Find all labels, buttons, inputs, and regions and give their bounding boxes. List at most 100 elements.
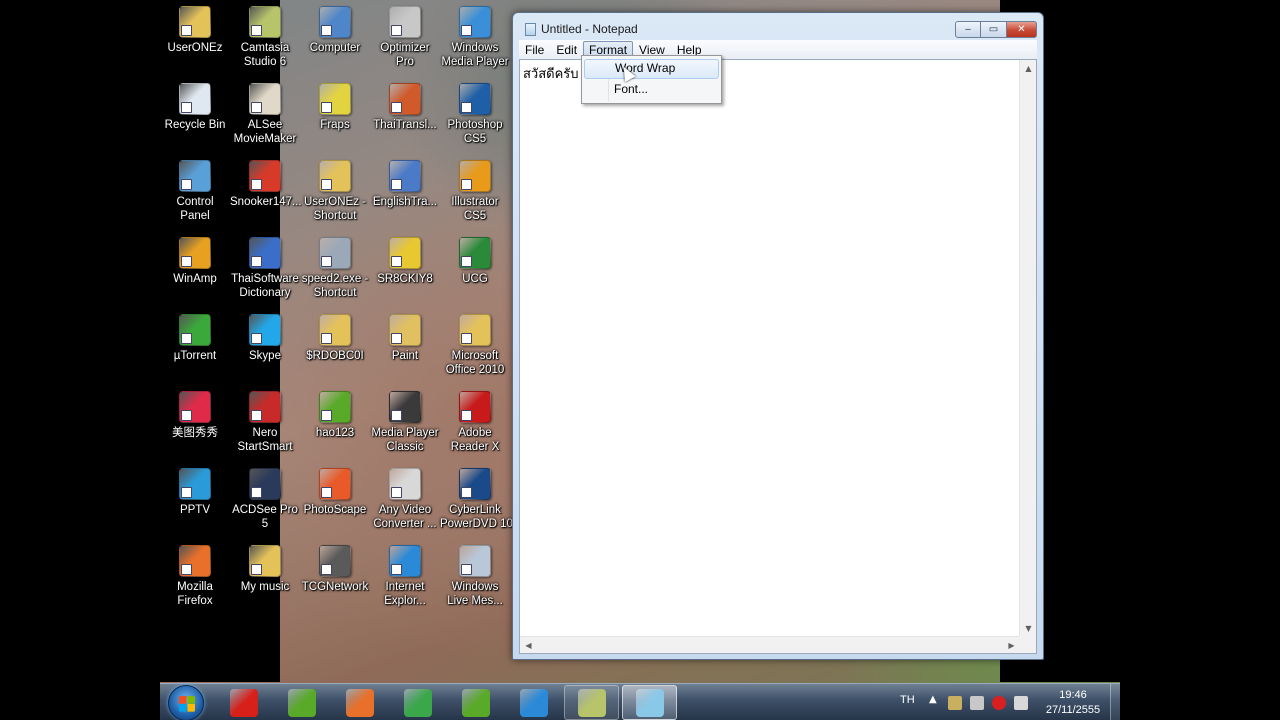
desktop-icon-label: UserONEz - [304,196,366,208]
text-editor[interactable]: สวัสดีครับ ▲ ▼ ◀ ▶ [519,59,1037,654]
desktop-icon-userONEz-shortcut[interactable]: UserONEz - Shortcut [300,160,370,223]
desktop-icon-recycle-bin[interactable]: Recycle Bin [160,83,230,132]
desktop-icon-grid: UserONEz Camtasia Studio 6 Computer Optimize… [160,0,520,682]
taskbar-internet-explorer-button[interactable] [506,685,561,720]
taskbar-hao123-1-button[interactable] [274,685,329,720]
desktop-icon-hao123[interactable]: hao123 [300,391,370,440]
desktop-icon-paint[interactable]: Paint [370,314,440,363]
desktop-icon-skype[interactable]: Skype [230,314,300,363]
any-video-converter-icon [389,468,421,500]
illustrator-cs5-icon [459,160,491,192]
alsee-moviemaker-icon [249,83,281,115]
desktop-icon-utorrent[interactable]: µTorrent [160,314,230,363]
desktop-icon-acdsee-pro-5[interactable]: ACDSee Pro 5 [230,468,300,531]
scroll-up-arrow-icon[interactable]: ▲ [1020,60,1037,77]
antivirus-icon[interactable] [992,696,1006,710]
desktop-icon-rdobc0i[interactable]: $RDOBC0I [300,314,370,363]
scroll-down-arrow-icon[interactable]: ▼ [1020,620,1037,637]
desktop-icon-computer[interactable]: Computer [300,6,370,55]
notepad-window[interactable]: Untitled - Notepad ‒ ▭ ✕ File Edit Forma… [512,12,1044,660]
desktop-icon-label: $RDOBC0I [306,350,364,362]
window-titlebar[interactable]: Untitled - Notepad ‒ ▭ ✕ [513,13,1043,43]
scroll-left-arrow-icon[interactable]: ◀ [520,637,537,654]
show-desktop-button[interactable] [1110,684,1120,720]
desktop-icon-photoscape[interactable]: PhotoScape [300,468,370,517]
desktop-icon-any-video-converter[interactable]: Any Video Converter ... [370,468,440,531]
desktop-icon-windows-media-player[interactable]: Windows Media Player [440,6,510,69]
desktop-icon-illustrator-cs5[interactable]: Illustrator CS5 [440,160,510,223]
network-icon[interactable] [970,696,984,710]
desktop-icon-thaisoftware-dictionary[interactable]: ThaiSoftware Dictionary [230,237,300,300]
desktop-icon-snooker147[interactable]: Snooker147... [230,160,302,209]
volume-icon[interactable] [1014,696,1028,710]
taskbar-avira-button[interactable] [216,685,271,720]
desktop-icon-my-music[interactable]: My music [230,545,300,594]
clock[interactable]: 19:46 27/11/2555 [1042,688,1104,718]
format-dropdown-menu: Word Wrap Font... [581,55,722,104]
thaitransl-icon [389,83,421,115]
desktop-icon-control-panel[interactable]: Control Panel [160,160,230,223]
desktop-icon-speed2-shortcut[interactable]: speed2.exe - Shortcut [300,237,370,300]
menu-item-word-wrap[interactable]: Word Wrap [584,59,719,79]
tray-app-icon[interactable] [948,696,962,710]
taskbar-notepad-button[interactable] [622,685,677,720]
snooker147-icon [249,160,281,192]
desktop-icon-sr8ckiy8[interactable]: SR8CKIY8 [370,237,440,286]
desktop-icon-thaitransl[interactable]: ThaiTransl... [370,83,440,132]
desktop-screen: UserONEz Camtasia Studio 6 Computer Optimize… [160,0,1120,720]
menu-item-font[interactable]: Font... [584,80,719,100]
desktop-icon-photoshop-cs5[interactable]: Photoshop CS5 [440,83,510,146]
internet-explorer-icon [389,545,421,577]
desktop-icon-userONEz[interactable]: UserONEz [160,6,230,55]
desktop-icon-pptv[interactable]: PPTV [160,468,230,517]
ucg-icon [459,237,491,269]
show-hidden-icons-icon[interactable]: ▲ [929,694,937,705]
desktop-icon-fraps[interactable]: Fraps [300,83,370,132]
desktop-icon-label: Mozilla [177,581,213,593]
sr8ckiy8-icon [389,237,421,269]
menu-file[interactable]: File [519,41,550,59]
desktop-icon-internet-explorer[interactable]: Internet Explor... [370,545,440,608]
windows-logo-icon [179,696,195,712]
vertical-scrollbar[interactable]: ▲ ▼ [1019,60,1036,637]
desktop-icon-label-line2: Reader X [450,441,500,453]
desktop-icon-windows-live-messenger[interactable]: Windows Live Mes... [440,545,510,608]
horizontal-scrollbar[interactable]: ◀ ▶ [520,636,1020,653]
desktop-icon-label-line2: CS5 [463,210,487,222]
desktop-icon-label: TCGNetwork [301,581,369,593]
close-button[interactable]: ✕ [1007,21,1037,38]
scroll-right-arrow-icon[interactable]: ▶ [1003,637,1020,654]
desktop-icon-camtasia[interactable]: Camtasia Studio 6 [230,6,300,69]
taskbar-notepad-icon [635,688,664,717]
desktop-icon-optimizer-pro[interactable]: Optimizer Pro [370,6,440,69]
desktop-icon-mozilla-firefox[interactable]: Mozilla Firefox [160,545,230,608]
acdsee-pro-5-icon [249,468,281,500]
taskbar-chrome-button[interactable] [390,685,445,720]
desktop-icon-meitu[interactable]: 美图秀秀 [160,391,230,440]
desktop-icon-media-player-classic[interactable]: Media Player Classic [370,391,440,454]
desktop-icon-label: Windows [451,581,499,593]
desktop-icon-label: UCG [462,273,488,285]
desktop-icon-winamp[interactable]: WinAmp [160,237,230,286]
desktop-icon-alsee-moviemaker[interactable]: ALSee MovieMaker [230,83,300,146]
desktop-icon-label: Windows [451,42,499,54]
menu-edit[interactable]: Edit [550,41,583,59]
desktop-icon-nero-startsmart[interactable]: Nero StartSmart [230,391,300,454]
maximize-button[interactable]: ▭ [981,21,1007,38]
desktop-icon-label: SR8CKIY8 [377,273,433,285]
desktop-icon-label: CyberLink [449,504,501,516]
desktop-icon-tcgnetwork[interactable]: TCGNetwork [300,545,370,594]
desktop-icon-adobe-reader-x[interactable]: Adobe Reader X [440,391,510,454]
computer-icon [319,6,351,38]
language-indicator[interactable]: TH [900,694,915,706]
desktop-icon-cyberlink-powerdvd-10[interactable]: CyberLink PowerDVD 10 [440,468,513,531]
minimize-button[interactable]: ‒ [955,21,981,38]
taskbar-firefox-button[interactable] [332,685,387,720]
desktop-icon-ucg[interactable]: UCG [440,237,510,286]
desktop-icon-englishtra[interactable]: EnglishTra... [370,160,440,209]
start-button[interactable] [168,685,204,720]
taskbar-hao123-2-button[interactable] [448,685,503,720]
desktop-icon-label-line2: Classic [386,441,424,453]
taskbar-camtasia-button[interactable] [564,685,619,720]
desktop-icon-microsoft-office-2010[interactable]: Microsoft Office 2010 [440,314,510,377]
